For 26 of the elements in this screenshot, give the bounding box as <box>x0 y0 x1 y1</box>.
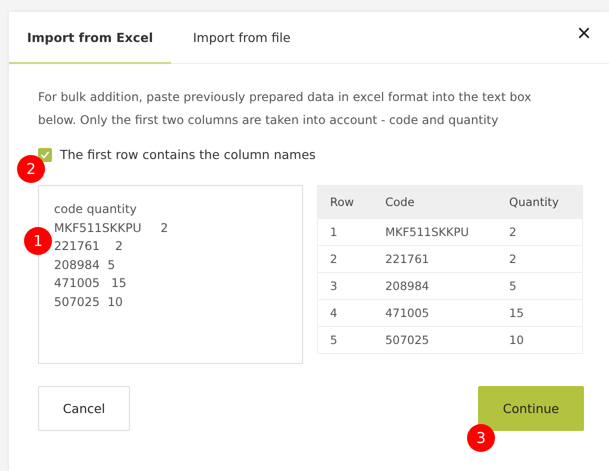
table-cell: 2 <box>318 246 374 272</box>
close-button[interactable]: × <box>572 22 595 46</box>
column-header: Quantity <box>497 186 582 218</box>
table-cell: 471005 <box>373 300 498 326</box>
table-cell: 5 <box>497 272 582 300</box>
table-cell: 2 <box>497 218 582 246</box>
table-cell: 4 <box>318 300 374 326</box>
column-header: Row <box>318 186 374 218</box>
table-cell: 208984 <box>373 272 498 300</box>
table-cell: 1 <box>318 218 374 246</box>
table-cell: 2 <box>497 246 582 272</box>
continue-button[interactable]: Continue <box>478 386 584 431</box>
table-cell: 15 <box>497 300 582 326</box>
table-cell: MKF511SKKPU <box>373 218 498 246</box>
tab[interactable]: Import from Excel <box>9 12 171 64</box>
column-header: Code <box>373 186 498 218</box>
table-cell: 10 <box>497 326 582 354</box>
table-cell: 221761 <box>373 246 498 272</box>
tab[interactable]: Import from file <box>171 12 313 64</box>
cancel-button[interactable]: Cancel <box>38 386 130 431</box>
checkbox-label: The first row contains the column names <box>60 147 316 162</box>
table-cell: 5 <box>318 326 374 354</box>
description-text: For bulk addition, paste previously prepared data in excel format into the text box below. Only the first two columns are taken into account - code and quantity <box>38 89 532 129</box>
table-cell: 3 <box>318 272 374 300</box>
table-cell: 507025 <box>373 326 498 354</box>
checkbox[interactable] <box>38 148 52 162</box>
